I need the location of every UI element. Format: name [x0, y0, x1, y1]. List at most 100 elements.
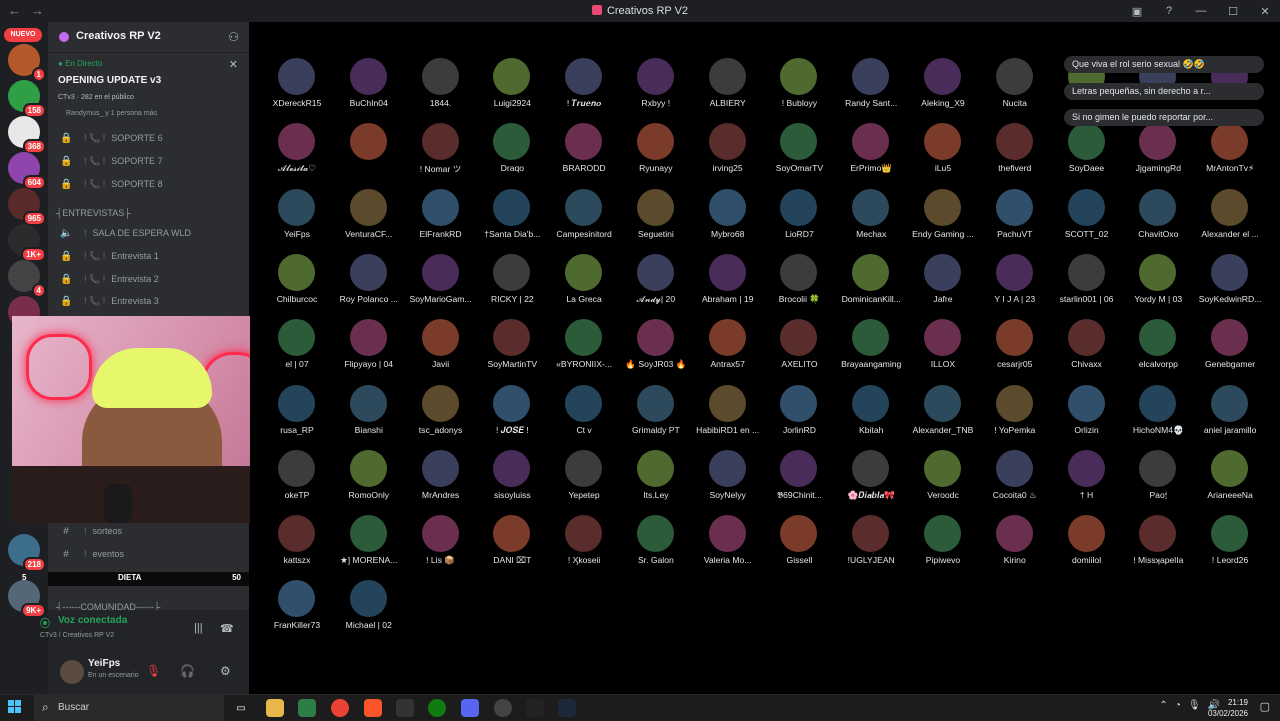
channel-soporte-8[interactable]: 🔒! 📞 ! SOPORTE 8 [56, 174, 242, 194]
category-entrevistas[interactable]: ┤ENTREVISTAS├ [56, 208, 242, 224]
voice-connected-panel: ⦿ Voz conectada CTv3 / Creativos RP V2 |… [40, 610, 249, 652]
help-icon[interactable]: ? [1160, 2, 1178, 20]
avatar [995, 515, 1033, 553]
maximize-icon[interactable]: ☐ [1224, 2, 1242, 20]
avatar [1139, 515, 1177, 553]
lock-icon: 🔒 [60, 155, 73, 167]
channel-soporte-7[interactable]: 🔒! 📞 ! SOPORTE 7 [56, 151, 242, 171]
member-name: aniel jaramillo [1203, 424, 1257, 435]
stage-audience-grid: XDereckR15 BuChIn04 1844. Luigi2924! 𝑻𝒓𝒖𝒆𝒏𝒐… [250, 22, 1280, 694]
forward-arrow-icon[interactable]: → [31, 3, 44, 18]
lock-icon: 🔒 [60, 178, 73, 190]
voice-status[interactable]: Voz conectada [58, 615, 178, 626]
server-icon[interactable]: 4 [8, 260, 46, 298]
chevron-up-icon[interactable]: ⌃ [1159, 700, 1167, 711]
store-icon[interactable] [298, 699, 316, 717]
avatar [565, 384, 603, 422]
audience-member[interactable]: ArianeeeNa [1185, 440, 1275, 504]
avatar [278, 515, 315, 553]
inbox-icon[interactable]: ▣ [1128, 2, 1146, 20]
channel-entrevista-3[interactable]: 🔒! 📞 ! Entrevista 3 [56, 291, 242, 311]
hash-icon: # [63, 548, 69, 560]
settings-icon[interactable]: ⚙ [220, 664, 231, 678]
avatar [1067, 449, 1105, 487]
close-icon[interactable]: ✕ [229, 58, 238, 71]
avatar [995, 253, 1033, 291]
mention-badge: 4 [31, 283, 46, 298]
avatar [995, 188, 1033, 226]
windows-start-icon[interactable] [8, 700, 22, 714]
xbox-icon[interactable] [428, 699, 446, 717]
avatar [493, 515, 531, 553]
avatar [708, 58, 746, 95]
username: YeiFps [88, 658, 121, 669]
close-icon[interactable]: ✕ [1256, 2, 1274, 20]
stage-meta: CTv3 · 282 en el público [58, 94, 134, 101]
server-icon[interactable]: 604 [8, 152, 46, 190]
channel-entrevista-1[interactable]: 🔒! 📞 ! Entrevista 1 [56, 246, 242, 266]
system-clock[interactable]: 21:19 03/02/2026 [1208, 697, 1248, 719]
audience-member[interactable]: aniel jaramillo [1185, 375, 1275, 439]
channel-sorteos[interactable]: #! sorteos [56, 521, 242, 541]
server-name: Creativos RP V2 [76, 30, 161, 42]
avatar [565, 123, 603, 161]
soundboard-icon[interactable]: ||| [194, 622, 203, 634]
add-member-icon[interactable]: ⚇ [228, 30, 239, 44]
new-badge: NUEVO [4, 28, 42, 42]
discord-icon[interactable] [461, 699, 479, 717]
back-arrow-icon[interactable]: ← [8, 3, 21, 18]
stage-title: OPENING UPDATE v3 [58, 75, 162, 86]
avatar[interactable] [60, 660, 84, 684]
avatar [421, 58, 459, 95]
avatar [1067, 319, 1105, 357]
streamer-hat [92, 348, 212, 408]
obs-icon[interactable] [494, 699, 512, 717]
minimize-icon[interactable]: — [1192, 2, 1210, 20]
avatar [923, 449, 961, 487]
avatar [780, 449, 818, 487]
audience-member[interactable]: SoyKedwinRD... [1185, 244, 1275, 308]
brave-icon[interactable] [364, 699, 382, 717]
audience-member[interactable]: Alexander el ... [1185, 179, 1275, 243]
capcut-icon[interactable] [396, 699, 414, 717]
avatar [493, 253, 531, 291]
audience-member[interactable]: Genebgamer [1185, 309, 1275, 373]
server-icon[interactable]: 1 [8, 44, 46, 82]
wifi-icon[interactable]: ◔ [1175, 700, 1181, 711]
task-view-icon[interactable]: ▭ [232, 699, 250, 717]
avatar [565, 515, 603, 553]
avatar [852, 123, 890, 161]
member-name: ArianeeeNa [1207, 489, 1253, 500]
avatar [852, 515, 890, 553]
channel-sala-espera[interactable]: 🔈! SALA DE ESPERA WLD [56, 223, 242, 243]
chrome-icon[interactable] [331, 699, 349, 717]
server-icon[interactable]: 1K+ [8, 224, 46, 262]
file-explorer-icon[interactable] [266, 699, 284, 717]
notification-icon[interactable]: ▢ [1260, 700, 1270, 713]
channel-entrevista-2[interactable]: 🔒! 📞 ! Entrevista 2 [56, 269, 242, 289]
avatar [923, 515, 961, 553]
avatar [1211, 123, 1249, 161]
avatar [1139, 384, 1177, 422]
audience-member[interactable]: Michael | 02 [324, 570, 414, 634]
mic-icon[interactable]: 🎙 [1188, 700, 1201, 711]
avatar [565, 253, 603, 291]
server-icon[interactable]: 9K+ [8, 580, 46, 618]
app-icon[interactable] [526, 699, 544, 717]
steam-icon[interactable] [558, 699, 576, 717]
mic-muted-icon[interactable]: 🎙 [146, 664, 161, 678]
disconnect-icon[interactable]: ☎ [220, 622, 234, 635]
headphones-icon[interactable]: 🎧 [180, 664, 195, 678]
server-icon[interactable]: 158 [8, 80, 46, 118]
taskbar-search[interactable]: ⌕ Buscar [34, 695, 224, 721]
server-header[interactable]: Creativos RP V2 ⚇ [48, 22, 249, 53]
avatar [349, 384, 387, 422]
voice-channel[interactable]: CTv3 / Creativos RP V2 [40, 632, 190, 639]
stage-meta-secondary: Randymus_ y 1 persona más [66, 110, 158, 117]
audience-member[interactable]: ! Leord26 [1185, 505, 1275, 569]
server-icon[interactable]: 965 [8, 188, 46, 226]
channel-eventos[interactable]: #! eventos [56, 544, 242, 564]
channel-soporte-6[interactable]: 🔒! 📞 ! SOPORTE 6 [56, 128, 242, 148]
server-icon[interactable]: 368 [8, 116, 46, 154]
server-icon[interactable]: 218 [8, 534, 46, 572]
